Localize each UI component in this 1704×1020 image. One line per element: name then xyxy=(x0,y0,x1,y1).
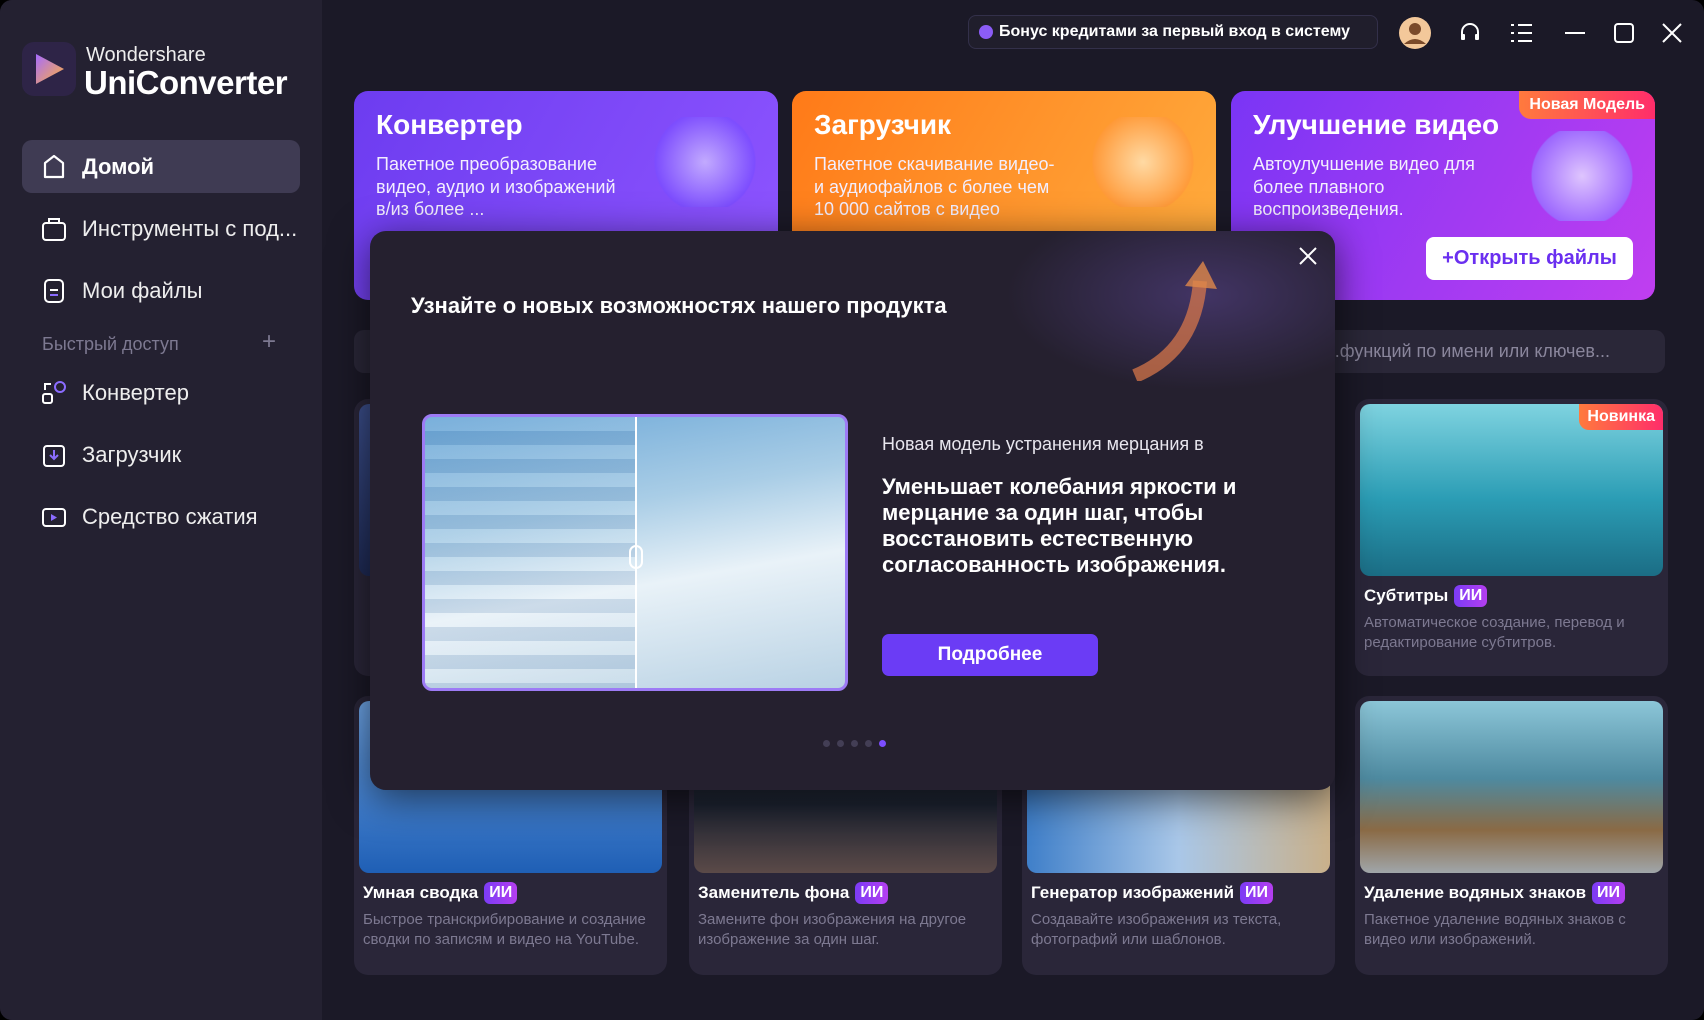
sidebar-item-label: Домой xyxy=(82,153,155,179)
sidebar-item-my-files[interactable]: Мои файлы xyxy=(22,264,300,317)
carousel-dot[interactable] xyxy=(837,740,844,747)
bonus-text: Бонус кредитами за первый вход в систему xyxy=(999,23,1350,40)
brand-product: UniConverter xyxy=(84,64,288,101)
quick-access-label: Быстрый доступ xyxy=(42,334,179,354)
ai-badge: ИИ xyxy=(1592,882,1626,904)
compare-slider-handle[interactable] xyxy=(629,545,643,569)
card-desc: Быстрое транскрибирование и создание сво… xyxy=(363,911,646,948)
app-window: Wondershare UniConverter Домой Инструмен… xyxy=(0,0,1704,1020)
diamond-icon xyxy=(979,25,993,39)
carousel-dot[interactable] xyxy=(823,740,830,747)
support-headset-icon[interactable] xyxy=(1453,16,1487,50)
card-desc: Замените фон изображения на другое изобр… xyxy=(698,911,967,948)
sidebar-item-ai-tools[interactable]: Инструменты с под... xyxy=(22,202,300,255)
menu-icon[interactable] xyxy=(1505,16,1539,50)
banner-desc: Пакетное преобразование видео, аудио и и… xyxy=(376,154,616,219)
app-logo xyxy=(22,42,76,96)
converter-icon xyxy=(40,379,68,407)
quick-access-add-button[interactable]: + xyxy=(262,328,276,356)
sidebar-item-downloader[interactable]: Загрузчик xyxy=(22,428,300,481)
banner-title: Улучшение видео xyxy=(1253,109,1500,140)
banner-desc: Пакетное скачивание видео- и аудиофайлов… xyxy=(814,154,1055,219)
bonus-credits-button[interactable]: Бонус кредитами за первый вход в систему xyxy=(968,15,1378,49)
ai-badge: ИИ xyxy=(1240,882,1274,904)
carousel-dots xyxy=(823,740,886,747)
close-window-icon[interactable] xyxy=(1655,16,1689,50)
card-title: Субтитры xyxy=(1364,586,1449,605)
converter-illustration-icon xyxy=(650,117,760,207)
carousel-dot-active[interactable] xyxy=(879,740,886,747)
ai-badge: ИИ xyxy=(1454,585,1488,607)
download-icon xyxy=(40,441,68,469)
dialog-subtitle: Новая модель устранения мерцания в xyxy=(882,434,1204,454)
home-icon xyxy=(40,153,68,181)
dialog-title: Узнайте о новых возможностях нашего прод… xyxy=(411,293,947,318)
growth-arrow-icon xyxy=(1132,261,1217,381)
minimize-icon[interactable] xyxy=(1558,16,1592,50)
ai-badge: ИИ xyxy=(484,882,518,904)
sidebar: Wondershare UniConverter Домой Инструмен… xyxy=(0,0,322,1020)
before-after-preview[interactable] xyxy=(422,414,848,691)
sidebar-item-home[interactable]: Домой xyxy=(22,140,300,193)
carousel-dot[interactable] xyxy=(851,740,858,747)
card-desc: Создавайте изображения из текста, фотогр… xyxy=(1031,911,1282,948)
compress-icon xyxy=(40,503,68,531)
banner-title: Конвертер xyxy=(376,109,523,140)
whats-new-dialog: Узнайте о новых возможностях нашего прод… xyxy=(370,231,1335,790)
downloader-illustration-icon xyxy=(1088,117,1198,207)
close-icon[interactable] xyxy=(1294,242,1322,270)
card-desc: Автоматическое создание, перевод и редак… xyxy=(1364,614,1625,651)
flicker-side xyxy=(425,417,635,688)
sidebar-item-converter[interactable]: Конвертер xyxy=(22,366,300,419)
sidebar-item-label: Инструменты с под... xyxy=(82,215,298,241)
banner-title: Загрузчик xyxy=(814,109,952,140)
maximize-icon[interactable] xyxy=(1607,16,1641,50)
carousel-dot[interactable] xyxy=(865,740,872,747)
card-title: Заменитель фона xyxy=(698,883,850,902)
open-files-button[interactable]: +Открыть файлы xyxy=(1426,237,1633,280)
banner-desc: Автоулучшение видео для более плавного в… xyxy=(1253,154,1475,219)
watermark-remover-card[interactable]: Удаление водяных знаков ИИ Пакетное удале… xyxy=(1355,696,1668,975)
sidebar-item-label: Конвертер xyxy=(82,379,189,405)
card-desc: Пакетное удаление водяных знаков с видео… xyxy=(1364,911,1626,948)
learn-more-button[interactable]: Подробнее xyxy=(882,634,1098,676)
sidebar-item-label: Загрузчик xyxy=(82,441,182,467)
card-title: Генератор изображений xyxy=(1031,883,1235,902)
file-icon xyxy=(40,277,68,305)
watermark-remover-thumbnail xyxy=(1360,701,1663,873)
avatar[interactable] xyxy=(1398,16,1432,50)
ai-badge: ИИ xyxy=(855,882,889,904)
dialog-body: Уменьшает колебания яркости и мерцание з… xyxy=(882,474,1237,577)
sidebar-item-label: Мои файлы xyxy=(82,277,203,303)
subtitles-card[interactable]: Новинка Субтитры ИИ Автоматическое создан… xyxy=(1355,399,1668,676)
sidebar-item-label: Средство сжатия xyxy=(82,503,258,529)
new-badge: Новинка xyxy=(1579,404,1663,430)
new-model-badge: Новая Модель xyxy=(1519,91,1655,119)
ai-toolbox-icon xyxy=(40,215,68,243)
sidebar-item-compressor[interactable]: Средство сжатия xyxy=(22,490,300,543)
ai-enhance-illustration-icon xyxy=(1527,131,1637,221)
card-title: Удаление водяных знаков xyxy=(1364,883,1587,902)
card-title: Умная сводка xyxy=(363,883,479,902)
